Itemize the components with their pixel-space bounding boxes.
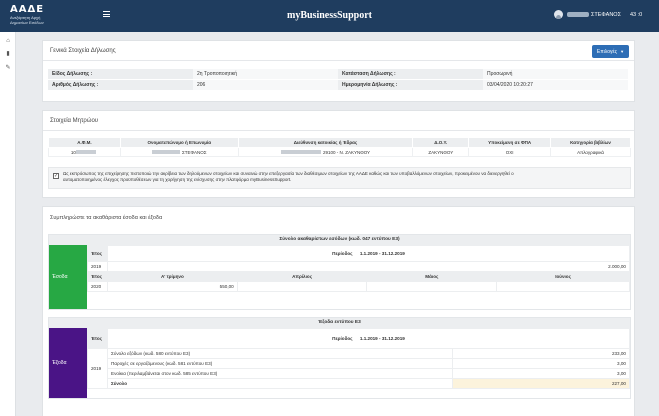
income-side-label: Έσοδα [49, 245, 87, 309]
avatar-icon [554, 10, 563, 19]
table-row: 10 ΣΤΕΦΑΝΟΣ 29100 - Ν. ΖΑΚΥΝΘΟΥ ΖΑΚΥΝΘΟΥ… [48, 147, 631, 157]
period-value: 1.1.2019 - 31.12.2019 [359, 336, 405, 341]
general-info-panel: Γενικά Στοιχεία Δήλωσης Επιλογές ▼ Είδος … [42, 40, 635, 102]
income-header: Σύνολο ακαθαρίστων εσόδων (κωδ. 047 εντύ… [49, 235, 630, 245]
consent-checkbox[interactable]: ✓ [53, 173, 59, 179]
year-2020: 2020 [87, 281, 108, 292]
period-label: Περίοδος [332, 251, 353, 256]
panel-title: Γενικά Στοιχεία Δήλωσης [50, 48, 116, 54]
afm-cell: 10 [48, 147, 121, 157]
section-title: Συμπληρώστε τα ακαθάριστα έσοδα και έξοδ… [50, 215, 163, 221]
col-name: Ονοματεπώνυμο ή Επωνυμία [119, 137, 239, 148]
redacted-street [280, 150, 321, 155]
col-doy: Δ.Ο.Υ. [412, 137, 470, 148]
user-menu[interactable]: ΣΤΕΦΑΝΟΣ 43 :0 [554, 10, 642, 19]
books-value: Απλογραφικά [550, 147, 631, 157]
options-button[interactable]: Επιλογές ▼ [592, 45, 629, 58]
expenses-side-label: Έξοδα [49, 328, 87, 398]
total-value: 227,00 [452, 378, 630, 389]
redacted-surname [567, 12, 589, 17]
registry-table: Α.Φ.Μ. Ονοματεπώνυμο ή Επωνυμία Διεύθυνσ… [48, 137, 631, 157]
declaration-status-value: Προσωρινή [483, 69, 628, 79]
total-expenses-field[interactable]: 233,00 [452, 348, 630, 359]
rent-label: Ενοίκια (περιλαμβάνεται στον κωδ. 585 εν… [107, 368, 453, 379]
address-cell: 29100 - Ν. ΖΑΚΥΝΘΟΥ [237, 147, 414, 157]
table-header-row: Α.Φ.Μ. Ονοματεπώνυμο ή Επωνυμία Διεύθυνσ… [48, 137, 631, 148]
total-expenses-label: Σύνολο εξόδων (κωδ. 580 εντύπου Ε3) [107, 348, 453, 359]
income-table: Έτος Περίοδος 1.1.2019 - 31.12.2019 2019… [87, 245, 631, 292]
redacted-surname [152, 150, 180, 155]
expenses-block: Έξοδα εντύπου Ε3 Έξοδα Έτος Περίοδος 1.1… [48, 317, 631, 399]
address-value: 29100 - Ν. ΖΑΚΥΝΘΟΥ [322, 149, 371, 155]
year-2019: 2019 [87, 261, 108, 272]
declaration-date-label: Ημερομηνία Δήλωσης : [338, 80, 483, 90]
col-address: Διεύθυνση κατοικίας ή Έδρας [237, 137, 414, 148]
declaration-type-value: 2η Τροποποιητική [193, 69, 338, 79]
declaration-status-label: Κατάσταση Δήλωσης : [338, 69, 483, 79]
session-timer: 43 :0 [629, 11, 643, 18]
year-2019: 2019 [87, 348, 108, 389]
may-income-field[interactable] [366, 281, 498, 292]
top-bar: ΑΑΔΕ Ανεξάρτητη Αρχή Δημοσίων Εσόδων myB… [0, 0, 659, 32]
employee-benefits-label: Παροχές σε εργαζόμενους (κωδ. 581 εντύπο… [107, 358, 453, 369]
income-expenses-panel: Συμπληρώστε τα ακαθάριστα έσοδα και έξοδ… [42, 206, 635, 416]
panel-heading: Στοιχεία Μητρώου [43, 111, 634, 131]
month-june: Ιούνιος [496, 271, 630, 282]
declaration-number-label: Αριθμός Δήλωσης : [48, 80, 193, 90]
col-vat: Υποκείμενη σε ΦΠΑ [468, 137, 552, 148]
sidebar: ⌂ ▮ ✎ [0, 32, 16, 416]
name-cell: ΣΤΕΦΑΝΟΣ [119, 147, 239, 157]
col-afm: Α.Φ.Μ. [48, 137, 121, 148]
options-label: Επιλογές [596, 49, 618, 55]
declaration-info: Είδος Δήλωσης : 2η Τροποποιητική Κατάστα… [48, 69, 631, 91]
user-name: ΣΤΕΦΑΝΟΣ [591, 11, 621, 18]
period-cell: Περίοδος 1.1.2019 - 31.12.2019 [106, 245, 631, 262]
income-block: Σύνολο ακαθαρίστων εσόδων (κωδ. 047 εντύ… [48, 234, 631, 310]
home-icon[interactable]: ⌂ [5, 38, 11, 44]
declaration-type-label: Είδος Δήλωσης : [48, 69, 193, 79]
panel-heading: Γενικά Στοιχεία Δήλωσης Επιλογές ▼ [43, 41, 634, 61]
expenses-header: Έξοδα εντύπου Ε3 [49, 318, 630, 328]
expenses-table: Έτος Περίοδος 1.1.2019 - 31.12.2019 2019… [87, 328, 630, 389]
period-label: Περίοδος [332, 336, 353, 341]
quarter-q1: Α' τρίμηνο [106, 271, 238, 282]
edit-icon[interactable]: ✎ [5, 65, 11, 71]
consent-notice: ✓ Ως εκπρόσωπος της επιχείρησης πιστοποι… [48, 167, 631, 189]
year-label: Έτος [87, 245, 108, 262]
col-books: Κατηγορία βιβλίων [550, 137, 631, 148]
book-icon[interactable]: ▮ [5, 51, 11, 57]
total-label: Σύνολο [107, 378, 453, 389]
employee-benefits-field[interactable]: 3,00 [452, 358, 630, 369]
rent-field[interactable]: 3,00 [452, 368, 630, 379]
info-row: Είδος Δήλωσης : 2η Τροποποιητική Κατάστα… [48, 69, 631, 80]
june-income-field[interactable] [496, 281, 630, 292]
income-2019-field[interactable]: 2.000,00 [106, 261, 631, 272]
year-label: Έτος [87, 271, 108, 282]
month-april: Απρίλιος [236, 271, 368, 282]
declaration-number-value: 206 [193, 80, 338, 90]
declaration-date-value: 03/04/2020 10:20:27 [483, 80, 628, 90]
panel-title: Στοιχεία Μητρώου [50, 118, 99, 124]
consent-text-2: αυτοματοποιημένος έλεγχος προϋποθέσεων γ… [63, 177, 292, 182]
vat-value: ΟΧΙ [468, 147, 552, 157]
doy-value: ΖΑΚΥΝΘΟΥ [412, 147, 470, 157]
period-value: 1.1.2019 - 31.12.2019 [359, 251, 405, 256]
redacted-afm [75, 150, 96, 155]
info-row: Αριθμός Δήλωσης : 206 Ημερομηνία Δήλωσης… [48, 80, 631, 91]
month-may: Μάιος [366, 271, 498, 282]
april-income-field[interactable] [236, 281, 368, 292]
registry-panel: Στοιχεία Μητρώου Α.Φ.Μ. Ονοματεπώνυμο ή … [42, 110, 635, 198]
q1-income-field[interactable]: 550,00 [106, 281, 238, 292]
caret-down-icon: ▼ [620, 49, 625, 54]
period-cell: Περίοδος 1.1.2019 - 31.12.2019 [107, 328, 630, 349]
name-value: ΣΤΕΦΑΝΟΣ [182, 149, 207, 155]
year-label: Έτος [87, 328, 108, 349]
